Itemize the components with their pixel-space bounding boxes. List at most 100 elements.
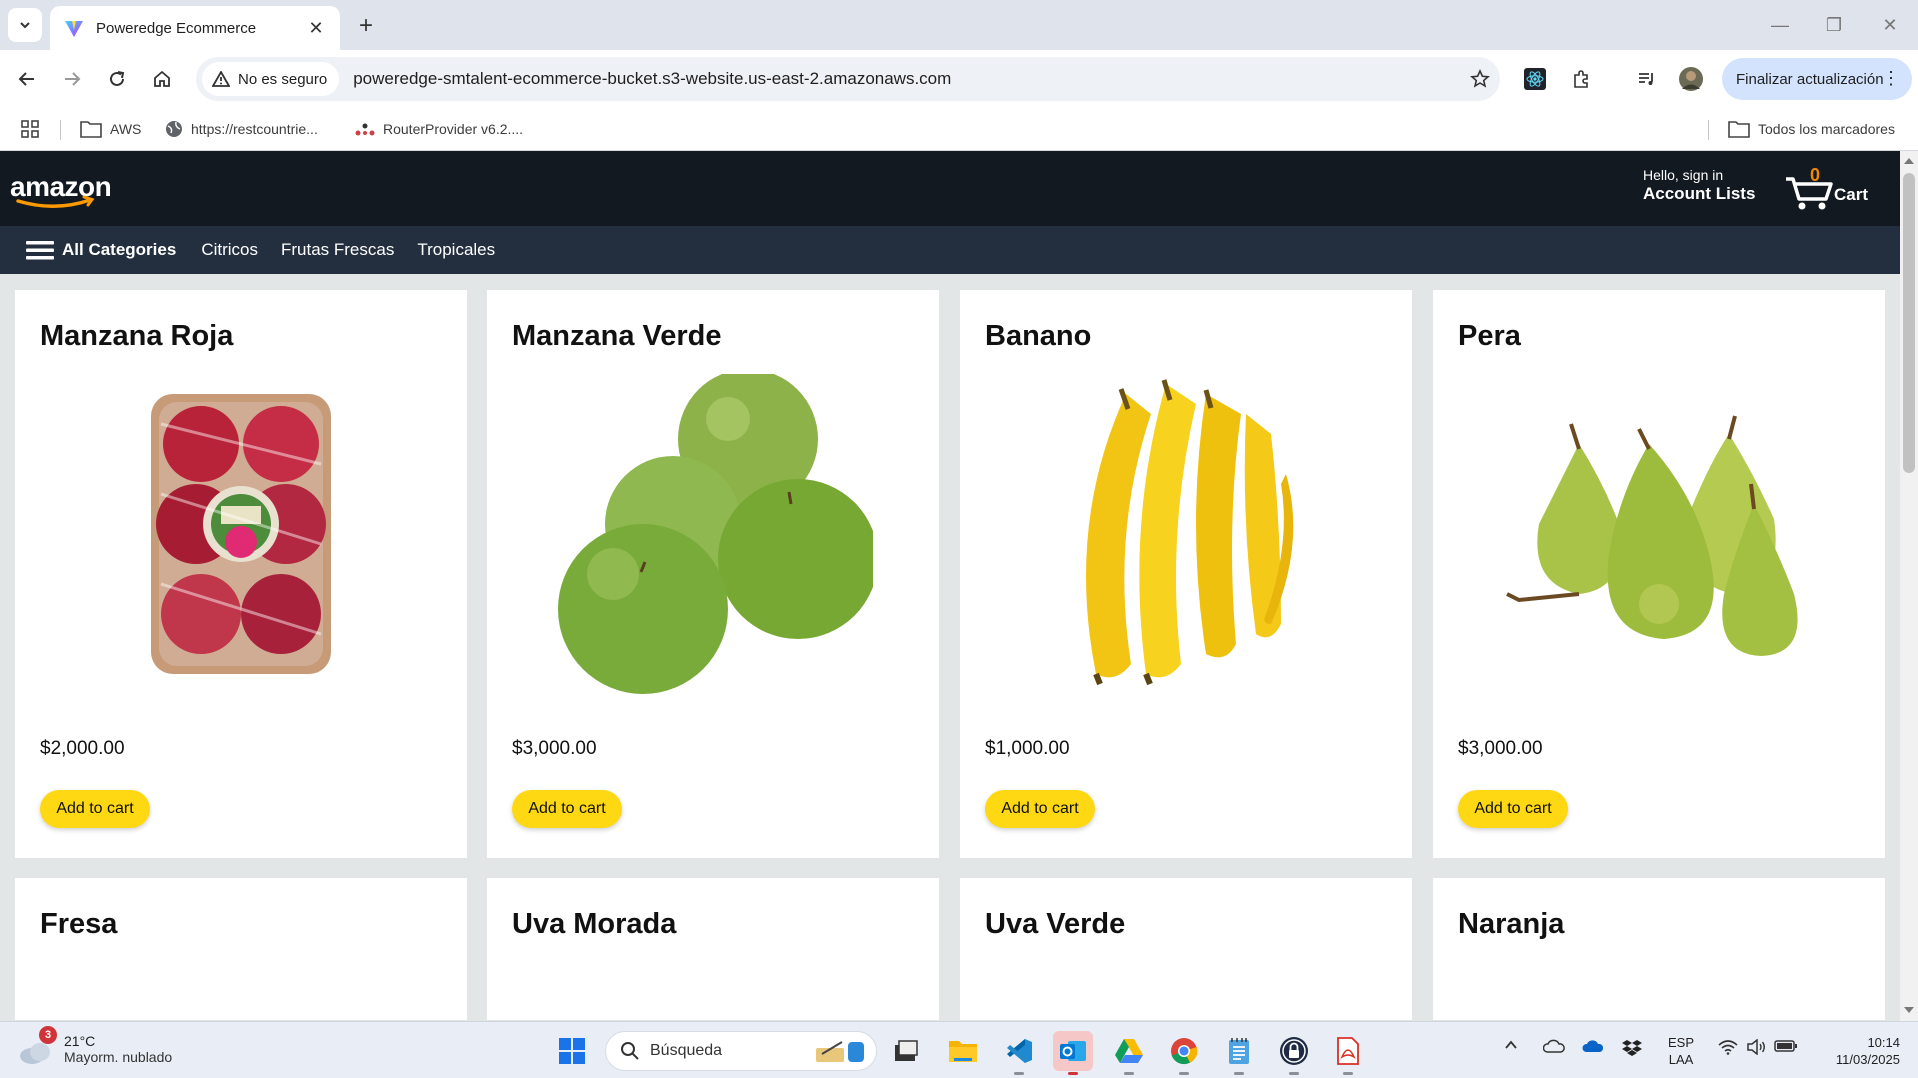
- restore-button[interactable]: ❐: [1814, 10, 1854, 40]
- notepad-button[interactable]: [1219, 1031, 1259, 1075]
- home-button[interactable]: [145, 62, 179, 96]
- scroll-up-arrow-icon[interactable]: [1904, 158, 1914, 164]
- add-to-cart-button[interactable]: Add to cart: [512, 790, 622, 828]
- running-indicator: [1234, 1072, 1244, 1075]
- address-bar[interactable]: No es seguro poweredge-smtalent-ecommerc…: [196, 57, 1500, 101]
- lock-icon: [1280, 1037, 1308, 1065]
- more-menu-icon[interactable]: ⋮: [1882, 68, 1900, 89]
- chevron-up-icon[interactable]: [1504, 1039, 1518, 1051]
- search-placeholder: Búsqueda: [650, 1042, 723, 1059]
- product-image-green-apples[interactable]: [513, 374, 913, 694]
- outlook-button[interactable]: [1053, 1031, 1093, 1075]
- security-label: No es seguro: [238, 70, 328, 88]
- battery-icon[interactable]: [1774, 1039, 1798, 1053]
- product-card: Banano $1,000.00 Add to cart: [960, 290, 1412, 858]
- finish-update-button[interactable]: Finalizar actualización ⋮: [1722, 58, 1912, 100]
- account-menu[interactable]: Hello, sign in Account Lists: [1643, 167, 1755, 204]
- pdf-reader-button[interactable]: [1328, 1031, 1368, 1075]
- tab-search-button[interactable]: [8, 8, 42, 42]
- product-card: Pera $3,000.00 Add to cart: [1433, 290, 1885, 858]
- add-to-cart-button[interactable]: Add to cart: [40, 790, 150, 828]
- product-image-red-apples[interactable]: [41, 374, 441, 694]
- close-window-button[interactable]: ✕: [1870, 10, 1910, 40]
- product-name: Fresa: [40, 908, 118, 940]
- profile-avatar[interactable]: [1674, 62, 1708, 96]
- onedrive-personal-icon[interactable]: [1543, 1039, 1565, 1053]
- add-to-cart-button[interactable]: Add to cart: [1458, 790, 1568, 828]
- volume-icon[interactable]: [1746, 1039, 1766, 1055]
- google-drive-button[interactable]: [1109, 1031, 1149, 1075]
- cloud-weather-icon: 3: [18, 1026, 57, 1066]
- globe-icon: [165, 120, 183, 138]
- scrollbar-thumb[interactable]: [1903, 173, 1915, 473]
- vscode-button[interactable]: [999, 1031, 1039, 1075]
- extensions-icon[interactable]: [1564, 62, 1598, 96]
- amazon-logo[interactable]: amazon: [10, 171, 112, 215]
- bookmark-restcountries[interactable]: https://restcountrie...: [165, 118, 318, 140]
- arrow-right-icon: [65, 72, 81, 86]
- pdf-icon: [1337, 1037, 1359, 1065]
- bookmark-star-icon[interactable]: [1460, 69, 1500, 89]
- cart-button[interactable]: 0 Cart: [1784, 163, 1874, 213]
- temperature: 21°C: [64, 1033, 96, 1049]
- reload-button[interactable]: [100, 62, 134, 96]
- category-tropicales[interactable]: Tropicales: [417, 240, 495, 260]
- bookmark-label: RouterProvider v6.2....: [383, 121, 524, 137]
- browser-tab[interactable]: Poweredge Ecommerce ✕: [50, 6, 340, 50]
- product-name: Naranja: [1458, 908, 1565, 940]
- all-bookmarks[interactable]: Todos los marcadores: [1728, 118, 1895, 140]
- taskbar-search[interactable]: Búsqueda: [605, 1031, 877, 1071]
- running-indicator: [1343, 1072, 1353, 1075]
- dropbox-icon[interactable]: [1622, 1039, 1642, 1057]
- outlook-icon: [1060, 1041, 1086, 1061]
- bookmark-aws[interactable]: AWS: [80, 118, 141, 140]
- running-indicator: [1124, 1072, 1134, 1075]
- cart-label: Cart: [1834, 185, 1869, 204]
- category-frutas-frescas[interactable]: Frutas Frescas: [281, 240, 394, 260]
- url-text[interactable]: poweredge-smtalent-ecommerce-bucket.s3-w…: [353, 69, 1460, 89]
- react-devtools-icon[interactable]: [1518, 62, 1552, 96]
- bookmarks-divider: [1708, 120, 1709, 140]
- all-categories-button[interactable]: All Categories: [26, 239, 176, 261]
- category-citricos[interactable]: Citricos: [201, 240, 258, 260]
- new-tab-button[interactable]: +: [352, 12, 380, 40]
- language-indicator[interactable]: ESP LAA: [1668, 1034, 1694, 1068]
- product-image-bananas[interactable]: [986, 374, 1386, 694]
- keyboard-layout: LAA: [1668, 1052, 1694, 1067]
- product-card: Uva Verde: [960, 878, 1412, 1020]
- chrome-button[interactable]: [1164, 1031, 1204, 1075]
- search-icon: [621, 1042, 639, 1060]
- security-chip[interactable]: No es seguro: [202, 62, 340, 96]
- vpn-button[interactable]: [1274, 1031, 1314, 1075]
- product-image-pears[interactable]: [1459, 374, 1859, 694]
- reload-icon: [110, 71, 125, 86]
- scroll-down-arrow-icon[interactable]: [1904, 1007, 1914, 1013]
- page-scrollbar[interactable]: [1900, 151, 1918, 1021]
- back-button[interactable]: [10, 62, 44, 96]
- add-to-cart-button[interactable]: Add to cart: [985, 790, 1095, 828]
- file-explorer-button[interactable]: [943, 1031, 983, 1071]
- minimize-button[interactable]: —: [1760, 10, 1800, 40]
- notepad-icon: [1229, 1038, 1249, 1064]
- system-clock[interactable]: 10:14 11/03/2025: [1818, 1034, 1900, 1068]
- product-name: Uva Verde: [985, 908, 1126, 940]
- close-tab-icon[interactable]: ✕: [306, 18, 326, 38]
- start-button[interactable]: [552, 1031, 592, 1071]
- product-price: $3,000.00: [512, 738, 597, 759]
- wifi-icon[interactable]: [1718, 1039, 1738, 1055]
- search-highlight-icon: [816, 1041, 864, 1062]
- task-view-button[interactable]: [886, 1031, 926, 1071]
- clock-date: 11/03/2025: [1835, 1052, 1900, 1067]
- warning-icon: [212, 71, 230, 87]
- bookmark-routerprovider[interactable]: RouterProvider v6.2....: [355, 118, 523, 140]
- product-card: Naranja: [1433, 878, 1885, 1020]
- forward-button[interactable]: [55, 62, 89, 96]
- chevron-down-icon: [20, 22, 30, 29]
- onedrive-business-icon[interactable]: [1582, 1039, 1604, 1053]
- media-control-icon[interactable]: [1630, 62, 1664, 96]
- apps-grid-icon[interactable]: [20, 118, 40, 140]
- weather-widget[interactable]: 3 21°C Mayorm. nublado: [18, 1026, 172, 1066]
- browser-toolbar: No es seguro poweredge-smtalent-ecommerc…: [0, 50, 1918, 108]
- site-header: amazon Hello, sign in Account Lists 0 Ca…: [0, 151, 1900, 226]
- running-indicator: [1289, 1072, 1299, 1075]
